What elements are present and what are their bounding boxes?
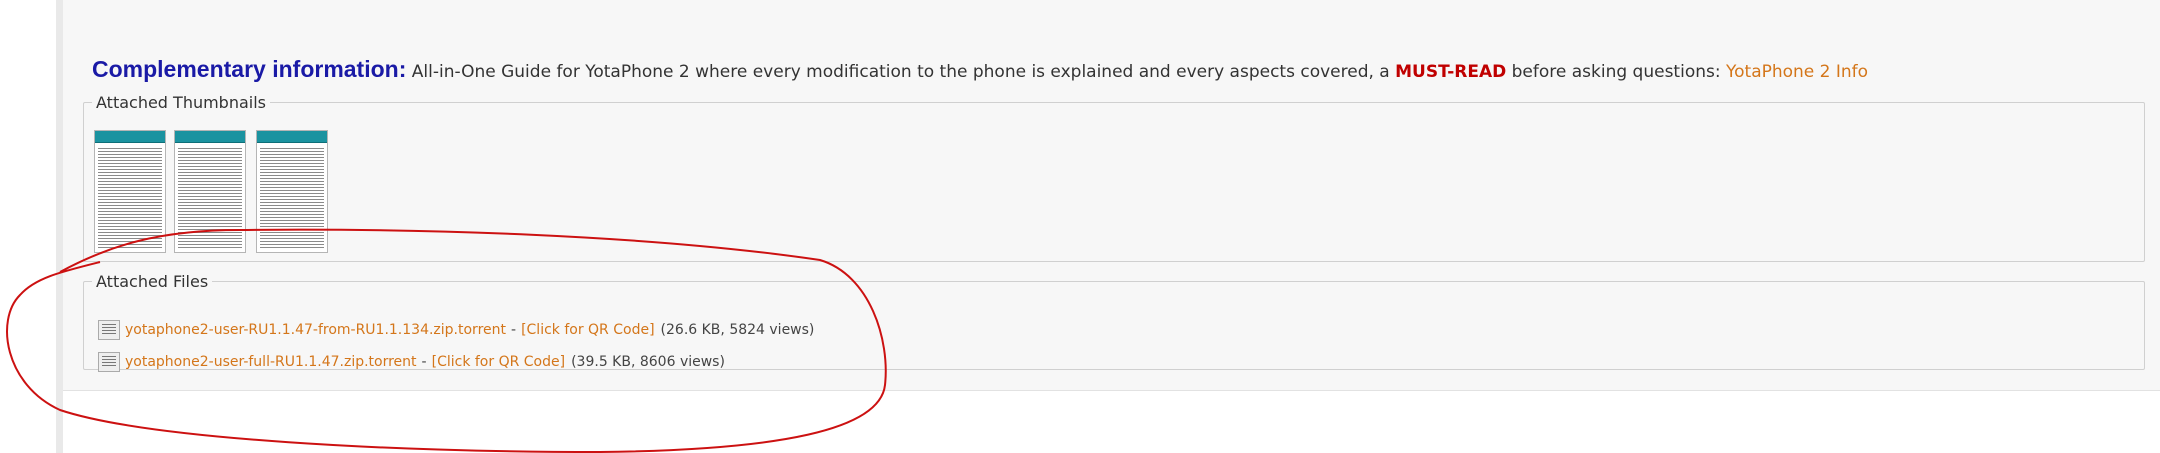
- complementary-info: Complementary information: All-in-One Gu…: [92, 54, 1868, 87]
- attached-files-legend: Attached Files: [96, 272, 209, 291]
- gutter-divider: [56, 0, 63, 453]
- separator: -: [421, 354, 427, 370]
- file-meta: (39.5 KB, 8606 views): [571, 354, 725, 370]
- complementary-info-text-after: before asking questions:: [1511, 62, 1721, 82]
- attached-file-link[interactable]: yotaphone2-user-RU1.1.47-from-RU1.1.134.…: [125, 322, 506, 338]
- attached-file-row: yotaphone2-user-RU1.1.47-from-RU1.1.134.…: [98, 319, 814, 341]
- complementary-info-title: Complementary information:: [92, 56, 407, 82]
- attached-thumbnails-box: Attached Thumbnails: [83, 93, 2145, 262]
- thumbnail-1[interactable]: [94, 130, 166, 253]
- qr-code-link[interactable]: [Click for QR Code]: [432, 354, 565, 370]
- must-read-label: MUST-READ: [1395, 62, 1507, 82]
- yotaphone-info-link[interactable]: YotaPhone 2 Info: [1726, 62, 1868, 82]
- thumbnail-3[interactable]: [256, 130, 328, 253]
- left-gutter: [0, 0, 56, 453]
- file-meta: (26.6 KB, 5824 views): [660, 322, 815, 338]
- attached-thumbnails-legend: Attached Thumbnails: [96, 93, 267, 112]
- complementary-info-text: All-in-One Guide for YotaPhone 2 where e…: [411, 62, 1390, 82]
- torrent-file-icon: [98, 320, 120, 340]
- torrent-file-icon: [98, 352, 120, 372]
- attached-file-row: yotaphone2-user-full-RU1.1.47.zip.torren…: [98, 351, 725, 373]
- separator: -: [511, 322, 517, 338]
- attached-file-link[interactable]: yotaphone2-user-full-RU1.1.47.zip.torren…: [125, 354, 417, 370]
- attached-files-box: Attached Files yotaphone2-user-RU1.1.47-…: [83, 272, 2145, 373]
- thumbnail-2[interactable]: [174, 130, 246, 253]
- qr-code-link[interactable]: [Click for QR Code]: [521, 322, 654, 338]
